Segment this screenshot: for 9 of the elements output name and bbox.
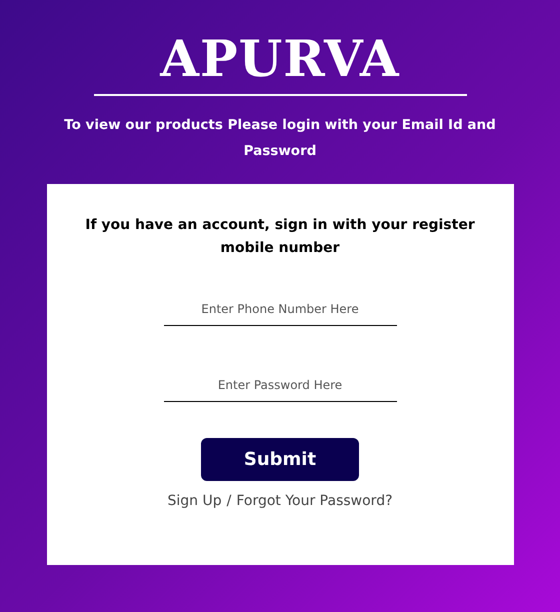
phone-field[interactable]: Enter Phone Number Here — [164, 296, 396, 326]
forgot-password-link[interactable]: Forgot Your Password? — [236, 493, 393, 509]
separator-text: / — [226, 493, 232, 509]
brand-logo: APURVA — [160, 28, 400, 90]
card-heading: If you have an account, sign in with your register mobile number — [84, 216, 476, 258]
sign-up-link[interactable]: Sign Up — [167, 493, 222, 509]
password-field[interactable]: Enter Password Here — [164, 372, 396, 402]
submit-button[interactable]: Submit — [201, 438, 359, 481]
intro-text: To view our products Please login with your Email Id and Password — [63, 116, 497, 161]
